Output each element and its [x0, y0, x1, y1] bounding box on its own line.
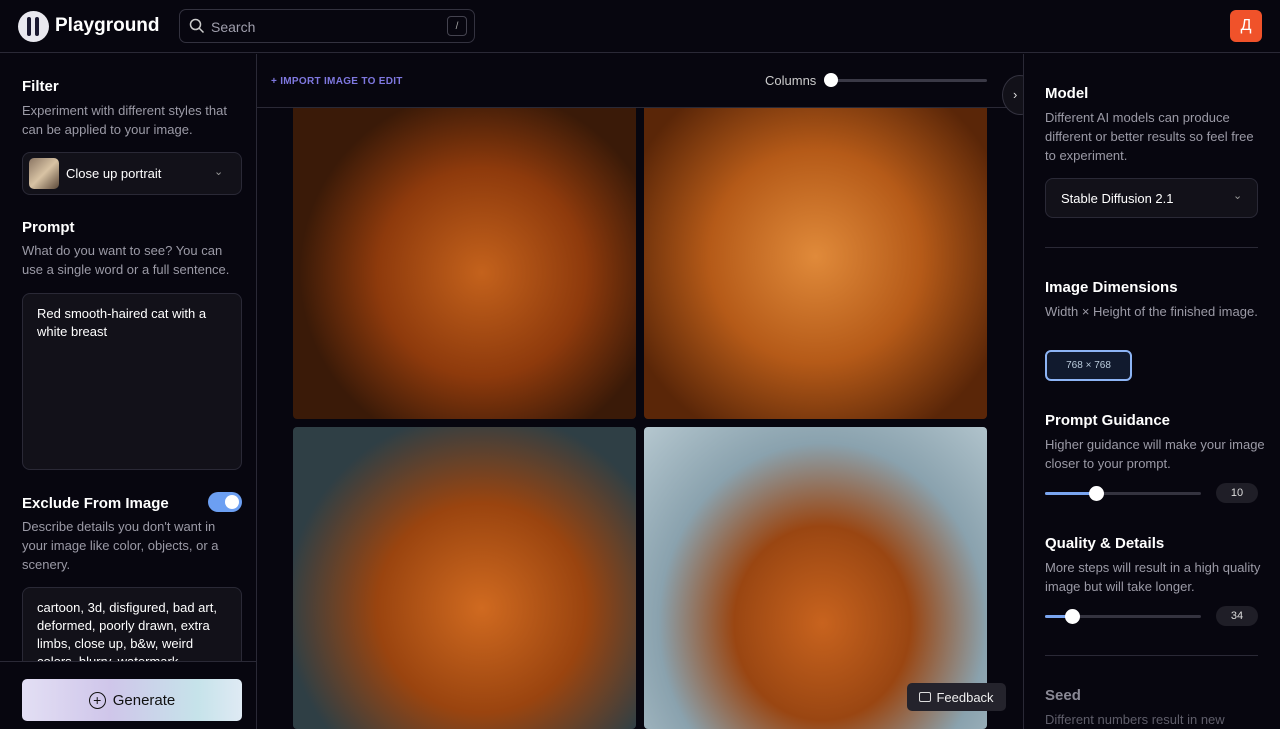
quality-desc: More steps will result in a high quality…	[1045, 560, 1261, 594]
exclude-toggle[interactable]	[208, 492, 242, 512]
generated-image[interactable]	[293, 427, 636, 729]
filter-selected: Close up portrait	[66, 166, 162, 181]
prompt-input[interactable]: Red smooth-haired cat with a white breas…	[22, 293, 242, 470]
feedback-label: Feedback	[936, 689, 994, 705]
filter-select[interactable]: Close up portrait ⌄	[22, 152, 242, 195]
exclude-desc: Describe details you don't want in your …	[22, 519, 219, 572]
search-input[interactable]: Search /	[179, 9, 475, 43]
prompt-desc: What do you want to see? You can use a s…	[22, 243, 230, 277]
user-avatar[interactable]: Д	[1230, 10, 1262, 42]
quality-value: 34	[1216, 606, 1258, 626]
generated-image[interactable]	[644, 94, 987, 419]
divider	[1045, 247, 1258, 248]
plus-circle-icon: +	[88, 691, 106, 709]
dimensions-title: Image Dimensions	[1045, 279, 1178, 296]
chat-icon	[919, 692, 932, 702]
import-image-link[interactable]: + IMPORT IMAGE TO EDIT	[271, 76, 403, 87]
top-bar: Playground Search / Д	[0, 0, 1280, 53]
model-selected: Stable Diffusion 2.1	[1061, 191, 1174, 206]
guidance-title: Prompt Guidance	[1045, 412, 1171, 429]
columns-label: Columns	[765, 73, 817, 88]
feedback-button[interactable]: Feedback	[907, 683, 1006, 711]
generate-button[interactable]: + Generate	[22, 679, 242, 721]
filter-desc: Experiment with different styles that ca…	[22, 103, 227, 137]
shortcut-hint: /	[447, 16, 467, 36]
model-select[interactable]: Stable Diffusion 2.1 ⌄	[1045, 178, 1258, 218]
seed-desc: Different numbers result in new	[1045, 712, 1225, 727]
brand-name[interactable]: Playground	[55, 15, 160, 37]
filter-title: Filter	[22, 78, 59, 95]
columns-slider[interactable]	[824, 73, 987, 87]
generated-image[interactable]	[293, 94, 636, 419]
right-settings-panel: Model Different AI models can produce di…	[1024, 54, 1280, 729]
model-title: Model	[1045, 85, 1089, 102]
guidance-slider[interactable]	[1045, 486, 1201, 501]
quality-title: Quality & Details	[1045, 535, 1165, 552]
model-desc: Different AI models can produce differen…	[1045, 110, 1254, 163]
left-sidebar: Filter Experiment with different styles …	[0, 54, 257, 729]
generate-label: Generate	[112, 691, 176, 709]
prompt-title: Prompt	[22, 219, 75, 236]
guidance-desc: Higher guidance will make your image clo…	[1045, 437, 1265, 471]
image-gallery: + IMPORT IMAGE TO EDIT Columns › Feedbac…	[257, 54, 1023, 729]
divider	[1045, 655, 1258, 656]
chevron-down-icon: ⌄	[214, 166, 224, 178]
filter-thumbnail	[29, 158, 59, 189]
generate-area: + Generate	[0, 661, 256, 729]
search-icon	[189, 18, 205, 34]
dimension-option[interactable]: 768 × 768	[1045, 350, 1132, 381]
exclude-title: Exclude From Image	[22, 495, 169, 512]
guidance-value: 10	[1216, 483, 1258, 503]
dimensions-desc: Width × Height of the finished image.	[1045, 304, 1258, 319]
chevron-down-icon: ⌄	[1233, 190, 1243, 202]
quality-slider[interactable]	[1045, 609, 1201, 624]
playground-logo-icon[interactable]	[18, 11, 49, 42]
gallery-toolbar: + IMPORT IMAGE TO EDIT Columns	[257, 54, 1023, 108]
search-placeholder: Search	[211, 19, 256, 35]
seed-title: Seed	[1045, 687, 1081, 704]
